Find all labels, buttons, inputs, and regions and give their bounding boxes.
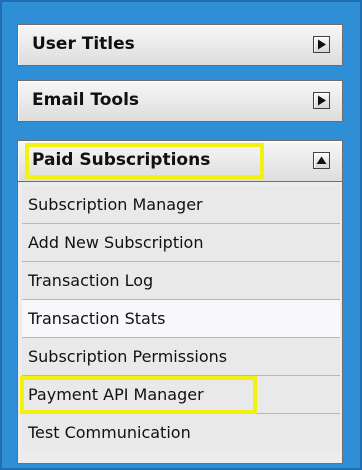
menu-item-transaction-log[interactable]: Transaction Log xyxy=(22,262,340,300)
menu-item-subscription-manager[interactable]: Subscription Manager xyxy=(22,186,340,224)
section-title-user-titles: User Titles xyxy=(32,34,135,54)
admin-sidebar-frame: User Titles Email Tools Paid Subscriptio… xyxy=(0,0,362,470)
section-header-user-titles[interactable]: User Titles xyxy=(17,24,343,66)
menu-item-transaction-stats[interactable]: Transaction Stats xyxy=(22,300,340,338)
menu-item-label: Transaction Stats xyxy=(28,309,166,328)
section-header-paid-subscriptions[interactable]: Paid Subscriptions xyxy=(17,140,343,182)
menu-item-payment-api-manager[interactable]: Payment API Manager xyxy=(20,376,340,414)
menu-item-label: Add New Subscription xyxy=(28,233,204,252)
menu-item-label: Subscription Permissions xyxy=(28,347,228,366)
menu-item-subscription-permissions[interactable]: Subscription Permissions xyxy=(22,338,340,376)
section-header-email-tools[interactable]: Email Tools xyxy=(17,80,343,122)
menu-item-label: Test Communication xyxy=(28,423,191,442)
menu-item-test-communication[interactable]: Test Communication xyxy=(22,414,340,452)
menu-item-label: Payment API Manager xyxy=(28,385,204,404)
triangle-right-icon xyxy=(318,95,326,106)
menu-item-label: Subscription Manager xyxy=(28,195,203,214)
menu-item-add-new-subscription[interactable]: Add New Subscription xyxy=(22,224,340,262)
collapse-button-paid-subscriptions[interactable] xyxy=(313,152,330,169)
expand-button-email-tools[interactable] xyxy=(313,92,330,109)
triangle-up-icon xyxy=(316,156,327,164)
expand-button-user-titles[interactable] xyxy=(313,36,330,53)
section-title-paid-subscriptions: Paid Subscriptions xyxy=(32,150,211,170)
section-title-email-tools: Email Tools xyxy=(32,90,140,110)
section-panel-paid-subscriptions: Paid Subscriptions Subscription Manager … xyxy=(17,140,343,464)
menu-item-label: Transaction Log xyxy=(28,271,154,290)
triangle-right-icon xyxy=(318,39,326,50)
subscription-menu: Subscription Manager Add New Subscriptio… xyxy=(20,186,340,452)
